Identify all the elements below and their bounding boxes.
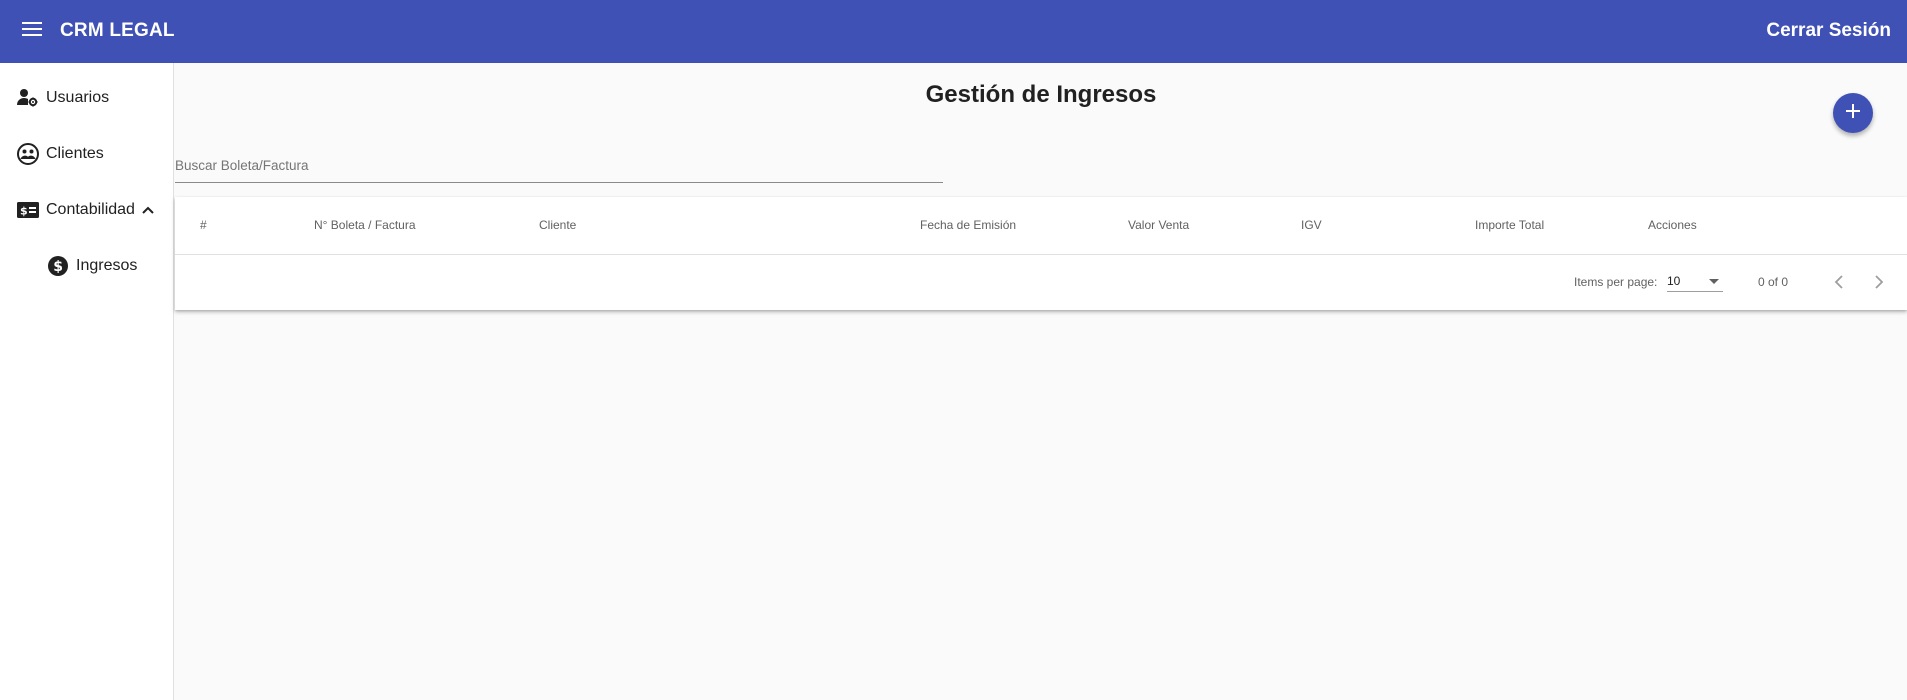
plus-icon [1845, 103, 1861, 124]
sidebar-item-label: Contabilidad [46, 201, 135, 218]
column-header-importe-total[interactable]: Importe Total [1475, 218, 1544, 232]
items-per-page-select[interactable]: 10 [1667, 269, 1723, 292]
clients-icon [16, 142, 40, 166]
column-header-number[interactable]: # [200, 218, 207, 232]
menu-icon [22, 22, 42, 41]
accounting-icon: $ [16, 198, 40, 222]
chevron-left-icon [1834, 274, 1844, 293]
sidebar-item-label: Ingresos [76, 257, 138, 274]
chevron-right-icon [1874, 274, 1884, 293]
column-header-igv[interactable]: IGV [1301, 218, 1322, 232]
logout-button[interactable]: Cerrar Sesión [1766, 20, 1891, 42]
column-header-acciones: Acciones [1648, 218, 1697, 232]
dropdown-arrow-icon [1709, 279, 1719, 284]
svg-text:$: $ [53, 259, 63, 275]
ingresos-table: # N° Boleta / Factura Cliente Fecha de E… [175, 197, 1907, 310]
sidebar-item-label: Clientes [46, 145, 104, 162]
column-header-boleta[interactable]: N° Boleta / Factura [314, 218, 416, 232]
svg-text:$: $ [20, 205, 28, 218]
previous-page-button[interactable] [1827, 271, 1851, 295]
user-gear-icon [16, 86, 40, 110]
add-ingreso-button[interactable] [1833, 93, 1873, 133]
next-page-button[interactable] [1867, 271, 1891, 295]
sidebar-item-usuarios[interactable]: Usuarios [16, 80, 109, 116]
sidebar-item-label: Usuarios [46, 89, 110, 106]
column-header-valor-venta[interactable]: Valor Venta [1128, 218, 1189, 232]
sidebar-item-ingresos[interactable]: $ Ingresos [46, 248, 137, 284]
items-per-page-label: Items per page: [1574, 275, 1658, 289]
sidebar-item-contabilidad[interactable]: $ Contabilidad [16, 192, 155, 228]
main-content: Gestión de Ingresos # N° Boleta / Factur… [175, 63, 1907, 700]
search-input[interactable] [175, 151, 943, 179]
page-title: Gestión de Ingresos [925, 81, 1157, 108]
search-field [175, 151, 943, 183]
sidebar-item-clientes[interactable]: Clientes [16, 136, 104, 172]
chevron-up-icon [141, 205, 155, 215]
column-header-cliente[interactable]: Cliente [539, 218, 576, 232]
column-header-fecha[interactable]: Fecha de Emisión [920, 218, 1016, 232]
app-title: CRM LEGAL [60, 20, 175, 41]
sidebar: Usuarios Clientes $ Contabilidad $ Ingre… [0, 63, 174, 700]
range-label: 0 of 0 [1758, 275, 1789, 289]
items-per-page-value: 10 [1667, 274, 1681, 288]
dollar-icon: $ [46, 254, 70, 278]
top-toolbar: CRM LEGAL Cerrar Sesión [0, 0, 1907, 63]
table-header-row: # N° Boleta / Factura Cliente Fecha de E… [175, 197, 1907, 255]
menu-button[interactable] [0, 0, 64, 63]
paginator: Items per page: 10 0 of 0 [175, 255, 1907, 311]
